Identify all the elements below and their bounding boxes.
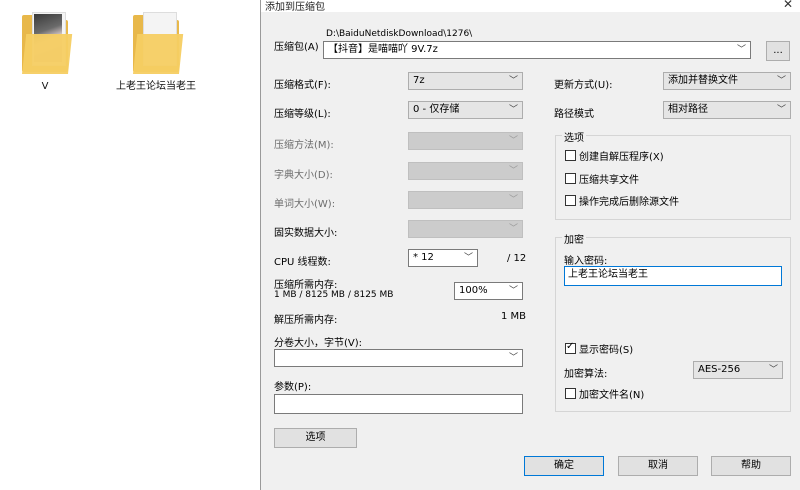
chevron-down-icon: ﹀ — [508, 166, 518, 176]
checkbox-box — [565, 150, 576, 161]
level-value: 0 - 仅存储 — [413, 104, 460, 115]
password-label: 输入密码: — [564, 256, 608, 267]
browse-button[interactable]: ... — [766, 41, 790, 61]
ok-button[interactable]: 确定 — [524, 456, 604, 476]
solid-label: 固实数据大小: — [274, 228, 338, 239]
archive-label: 压缩包(A) — [274, 42, 319, 53]
mem-detail: 1 MB / 8125 MB / 8125 MB — [274, 290, 394, 300]
chevron-down-icon: ﹀ — [508, 105, 518, 115]
chevron-down-icon: ﹀ — [508, 76, 518, 86]
archive-name-combo[interactable]: 【抖音】是喵喵吖 9V.7z ﹀ — [323, 41, 751, 59]
params-input[interactable] — [274, 394, 523, 414]
algo-value: AES-256 — [698, 364, 741, 375]
mem-label: 压缩所需内存: — [274, 280, 338, 291]
encrypt-names-label: 加密文件名(N) — [579, 390, 645, 401]
dict-label: 字典大小(D): — [274, 170, 333, 181]
method-select: ﹀ — [408, 132, 523, 150]
checkbox-box — [565, 388, 576, 399]
create-sfx-label: 创建自解压程序(X) — [579, 152, 664, 163]
help-button[interactable]: 帮助 — [711, 456, 791, 476]
algo-label: 加密算法: — [564, 369, 608, 380]
archive-path: D:\BaiduNetdiskDownload\1276\ — [326, 29, 473, 39]
compress-shared-checkbox[interactable]: 压缩共享文件 — [565, 173, 639, 187]
archive-name-value: 【抖音】是喵喵吖 9V.7z — [328, 44, 438, 55]
update-mode-value: 添加并替换文件 — [668, 75, 738, 86]
solid-select: ﹀ — [408, 220, 523, 238]
compress-shared-label: 压缩共享文件 — [579, 175, 639, 186]
chevron-down-icon: ﹀ — [768, 365, 778, 375]
cpu-max: / 12 — [507, 253, 527, 264]
password-input[interactable]: 上老王论坛当老王 — [564, 266, 782, 286]
desktop: V 上老王论坛当老王 — [0, 0, 260, 490]
split-label: 分卷大小，字节(V): — [274, 338, 363, 349]
word-label: 单词大小(W): — [274, 199, 336, 210]
dialog-title: 添加到压缩包 — [265, 2, 325, 13]
mem-percent-value: 100% — [459, 285, 488, 296]
word-select: ﹀ — [408, 191, 523, 209]
dict-select: ﹀ — [408, 162, 523, 180]
options-group-title: 选项 — [562, 129, 586, 144]
cancel-button[interactable]: 取消 — [618, 456, 698, 476]
format-select[interactable]: 7z ﹀ — [408, 72, 523, 90]
encryption-group-title: 加密 — [562, 231, 586, 246]
path-mode-select[interactable]: 相对路径 ﹀ — [663, 101, 791, 119]
chevron-down-icon: ﹀ — [508, 286, 518, 296]
path-mode-value: 相对路径 — [668, 104, 708, 115]
folder-icon — [133, 12, 184, 74]
level-select[interactable]: 0 - 仅存储 ﹀ — [408, 101, 523, 119]
update-label: 更新方式(U): — [554, 80, 613, 91]
cpu-threads-select[interactable]: * 12 ﹀ — [408, 249, 478, 267]
path-mode-label: 路径模式 — [554, 109, 594, 120]
show-password-checkbox[interactable]: 显示密码(S) — [565, 341, 634, 357]
cpu-label: CPU 线程数: — [274, 257, 331, 268]
chevron-down-icon: ﹀ — [508, 195, 518, 205]
folder-icon — [22, 12, 73, 74]
checkbox-box — [565, 173, 576, 184]
chevron-down-icon: ﹀ — [508, 224, 518, 234]
decomp-label: 解压所需内存: — [274, 315, 338, 326]
desktop-folder-v[interactable]: V — [0, 12, 90, 93]
chevron-down-icon: ﹀ — [776, 105, 786, 115]
encrypt-names-checkbox[interactable]: 加密文件名(N) — [565, 388, 644, 402]
chevron-down-icon: ﹀ — [463, 253, 473, 263]
cpu-threads-value: * 12 — [413, 252, 434, 263]
delete-after-label: 操作完成后删除源文件 — [579, 197, 679, 208]
close-icon[interactable]: ✕ — [783, 0, 793, 11]
mem-percent-select[interactable]: 100% ﹀ — [454, 282, 523, 300]
params-label: 参数(P): — [274, 382, 312, 393]
update-mode-select[interactable]: 添加并替换文件 ﹀ — [663, 72, 791, 90]
desktop-folder-laowang[interactable]: 上老王论坛当老王 — [108, 12, 204, 93]
checkbox-box — [565, 341, 576, 354]
options-button[interactable]: 选项 — [274, 428, 357, 448]
add-to-archive-dialog: 添加到压缩包 ✕ 压缩包(A) D:\BaiduNetdiskDownload\… — [260, 0, 800, 490]
split-size-combo[interactable]: ﹀ — [274, 349, 523, 367]
chevron-down-icon: ﹀ — [508, 136, 518, 146]
desktop-folder-label: 上老王论坛当老王 — [116, 81, 196, 92]
method-label: 压缩方法(M): — [274, 140, 334, 151]
level-label: 压缩等级(L): — [274, 109, 331, 120]
title-bar: 添加到压缩包 ✕ — [261, 0, 800, 13]
show-password-label: 显示密码(S) — [579, 345, 634, 356]
delete-after-checkbox[interactable]: 操作完成后删除源文件 — [565, 195, 679, 209]
desktop-folder-label: V — [41, 81, 49, 92]
chevron-down-icon: ﹀ — [508, 353, 518, 363]
chevron-down-icon: ﹀ — [776, 76, 786, 86]
create-sfx-checkbox[interactable]: 创建自解压程序(X) — [565, 150, 664, 164]
checkbox-box — [565, 195, 576, 206]
algo-select[interactable]: AES-256 ﹀ — [693, 361, 783, 379]
format-label: 压缩格式(F): — [274, 80, 331, 91]
chevron-down-icon: ﹀ — [736, 45, 746, 55]
format-value: 7z — [413, 75, 425, 86]
decomp-value: 1 MB — [501, 311, 527, 322]
